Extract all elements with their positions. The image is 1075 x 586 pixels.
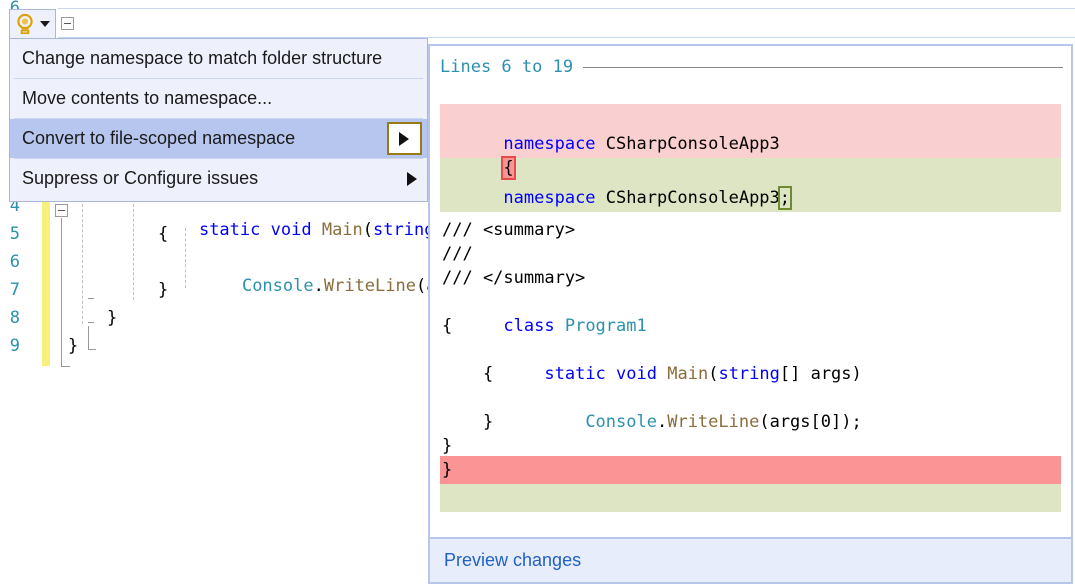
quick-actions-context-menu[interactable]: Change namespace to match folder structu…: [9, 38, 428, 202]
diff-added-band-2: [440, 484, 1061, 512]
menu-item-label: Suppress or Configure issues: [22, 168, 259, 188]
token-class: Console: [585, 412, 657, 432]
token-args: [] args): [779, 364, 862, 384]
chevron-right-icon[interactable]: [407, 171, 417, 186]
token-keyword: void: [270, 220, 312, 240]
token-method: Main: [667, 364, 709, 384]
context-line-class-open: {: [442, 316, 453, 336]
active-code-line[interactable]: namespace CSharpConsoleApp3: [58, 8, 1075, 57]
token-call-args: (args[0]);: [759, 412, 862, 432]
chevron-down-icon[interactable]: [40, 21, 50, 27]
token-punct: .: [313, 276, 324, 296]
token-keyword: void: [616, 364, 657, 384]
code-line-7: }: [158, 280, 169, 300]
lightbulb-icon: [17, 13, 33, 35]
chevron-right-icon: [399, 131, 409, 146]
outline-line: [88, 326, 89, 350]
token-namespace-name: CSharpConsoleApp3: [595, 134, 780, 154]
submenu-expander[interactable]: [387, 122, 422, 155]
preview-footer: Preview changes: [430, 537, 1071, 582]
outline-line: [88, 298, 94, 299]
menu-item-label: Convert to file-scoped namespace: [22, 128, 296, 148]
context-line-summary-open: /// <summary>: [442, 220, 576, 240]
context-line-main-close: }: [442, 412, 494, 432]
menu-item-label: Move contents to namespace...: [22, 88, 273, 108]
context-line-class-close: }: [442, 436, 453, 456]
menu-item-convert-file-scoped[interactable]: Convert to file-scoped namespace: [10, 119, 427, 158]
token-identifier: Main: [321, 220, 363, 240]
token-method: WriteLine: [323, 276, 416, 296]
line-number-7: 7: [9, 280, 20, 300]
outline-line: [88, 349, 96, 350]
text-caret: [790, 189, 792, 206]
preview-range-label: Lines 6 to 19: [440, 57, 574, 77]
token-namespace-name: CSharpConsoleApp3: [595, 188, 780, 208]
token-keyword: string: [373, 220, 435, 240]
menu-item-suppress-configure[interactable]: Suppress or Configure issues: [10, 159, 427, 198]
context-line-summary-close: /// </summary>: [442, 268, 586, 288]
quick-actions-lightbulb-button[interactable]: [9, 9, 56, 39]
preview-header: Lines 6 to 19: [440, 54, 1063, 80]
menu-item-change-namespace[interactable]: Change namespace to match folder structu…: [10, 39, 427, 78]
token-punct: (: [362, 220, 374, 240]
code-line-9: }: [68, 336, 79, 356]
context-line-summary-mid: ///: [442, 244, 473, 264]
token-class: Console: [241, 276, 314, 296]
preview-changes-link[interactable]: Preview changes: [444, 550, 581, 571]
code-line-5: {: [158, 224, 169, 244]
menu-item-label: Change namespace to match folder structu…: [22, 48, 383, 68]
line-number-9: 9: [9, 336, 20, 356]
token-keyword: namespace: [503, 188, 596, 208]
token-keyword: string: [718, 364, 780, 384]
line-number-8: 8: [9, 308, 20, 328]
context-line-main-open: {: [442, 364, 494, 384]
quick-actions-preview-panel: Lines 6 to 19 namespace CSharpConsoleApp…: [428, 44, 1073, 584]
header-rule: [583, 66, 1063, 68]
token-keyword: static: [198, 220, 261, 240]
token-semicolon: ;: [777, 186, 793, 210]
token-method: WriteLine: [667, 412, 760, 432]
context-line-console: Console.WriteLine(args[0]);: [585, 412, 862, 432]
token-keyword: namespace: [503, 134, 596, 154]
diff-removed-brace-close: }: [442, 460, 453, 480]
token-keyword: class: [503, 316, 555, 336]
code-line-8: }: [107, 308, 118, 328]
code-line-6: Console.WriteLine(ar: [201, 250, 447, 322]
outline-line: [88, 322, 94, 323]
token-keyword: static: [544, 364, 606, 384]
menu-item-move-contents[interactable]: Move contents to namespace...: [10, 79, 427, 118]
outline-line: [61, 366, 70, 367]
token-class-name: Program1: [554, 316, 647, 336]
collapse-minus-icon[interactable]: [61, 17, 74, 30]
preview-diff-body: Lines 6 to 19 namespace CSharpConsoleApp…: [430, 46, 1071, 537]
diff-removed-band-2: [440, 456, 1061, 484]
